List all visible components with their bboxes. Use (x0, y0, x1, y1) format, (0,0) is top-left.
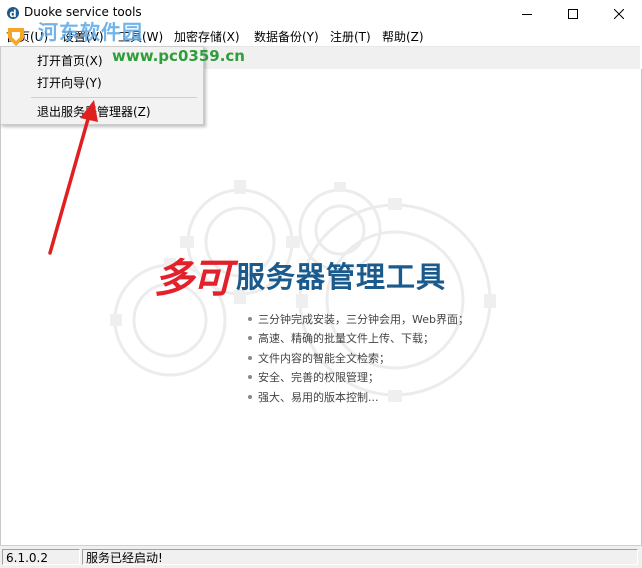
menu-item-open-wizard[interactable]: 打开向导(Y) (37, 74, 102, 91)
app-window: d Duoke service tools 首页(U) 设置(V) 工具(W) … (0, 0, 642, 568)
product-logo: 多可 服务器管理工具 (154, 250, 447, 302)
watermark-logo-icon (8, 28, 24, 46)
feature-item: 文件内容的智能全文检索； (248, 348, 548, 368)
menu-encrypted-storage[interactable]: 加密存储(X) (172, 28, 242, 45)
feature-item: 三分钟完成安装，三分钟会用，Web界面； (248, 309, 548, 329)
feature-text: 安全、完善的权限管理； (258, 371, 379, 385)
feature-text: 文件内容的智能全文检索； (258, 351, 390, 365)
feature-item: 强大、易用的版本控制... (248, 387, 548, 407)
feature-text: 三分钟完成安装，三分钟会用，Web界面； (258, 312, 469, 326)
menu-register[interactable]: 注册(T) (328, 28, 373, 45)
status-bar: 6.1.0.2 服务已经启动! (0, 545, 642, 568)
maximize-icon (568, 8, 578, 19)
logo-brand-text: 多可 (154, 255, 232, 302)
close-icon (614, 8, 624, 19)
feature-text: 高速、精确的批量文件上传、下载； (258, 332, 434, 346)
bullet-icon (248, 355, 252, 360)
app-logo-icon: d (7, 7, 19, 20)
feature-list: 三分钟完成安装，三分钟会用，Web界面； 高速、精确的批量文件上传、下载； 文件… (248, 309, 548, 407)
minimize-button[interactable] (504, 0, 550, 27)
close-button[interactable] (596, 0, 642, 27)
menu-item-open-home[interactable]: 打开首页(X) (37, 52, 103, 69)
status-version: 6.1.0.2 (2, 549, 80, 565)
feature-item: 高速、精确的批量文件上传、下载； (248, 329, 548, 349)
logo-product-text: 服务器管理工具 (236, 260, 447, 294)
menu-data-backup[interactable]: 数据备份(Y) (252, 28, 321, 45)
red-arrow-icon (48, 100, 98, 255)
menu-help[interactable]: 帮助(Z) (380, 28, 426, 45)
minimize-icon (522, 13, 532, 15)
maximize-button[interactable] (550, 0, 596, 27)
status-message: 服务已经启动! (82, 549, 638, 565)
bullet-icon (248, 316, 252, 321)
bullet-icon (248, 375, 252, 380)
feature-text: 强大、易用的版本控制... (258, 390, 379, 404)
bullet-icon (248, 336, 252, 341)
bullet-icon (248, 394, 252, 399)
svg-text:d: d (9, 9, 16, 20)
toolbar (200, 46, 640, 70)
watermark-url: www.pc0359.cn (112, 47, 245, 65)
feature-item: 安全、完善的权限管理； (248, 368, 548, 388)
watermark-site-name: 河东软件园 (38, 20, 143, 44)
